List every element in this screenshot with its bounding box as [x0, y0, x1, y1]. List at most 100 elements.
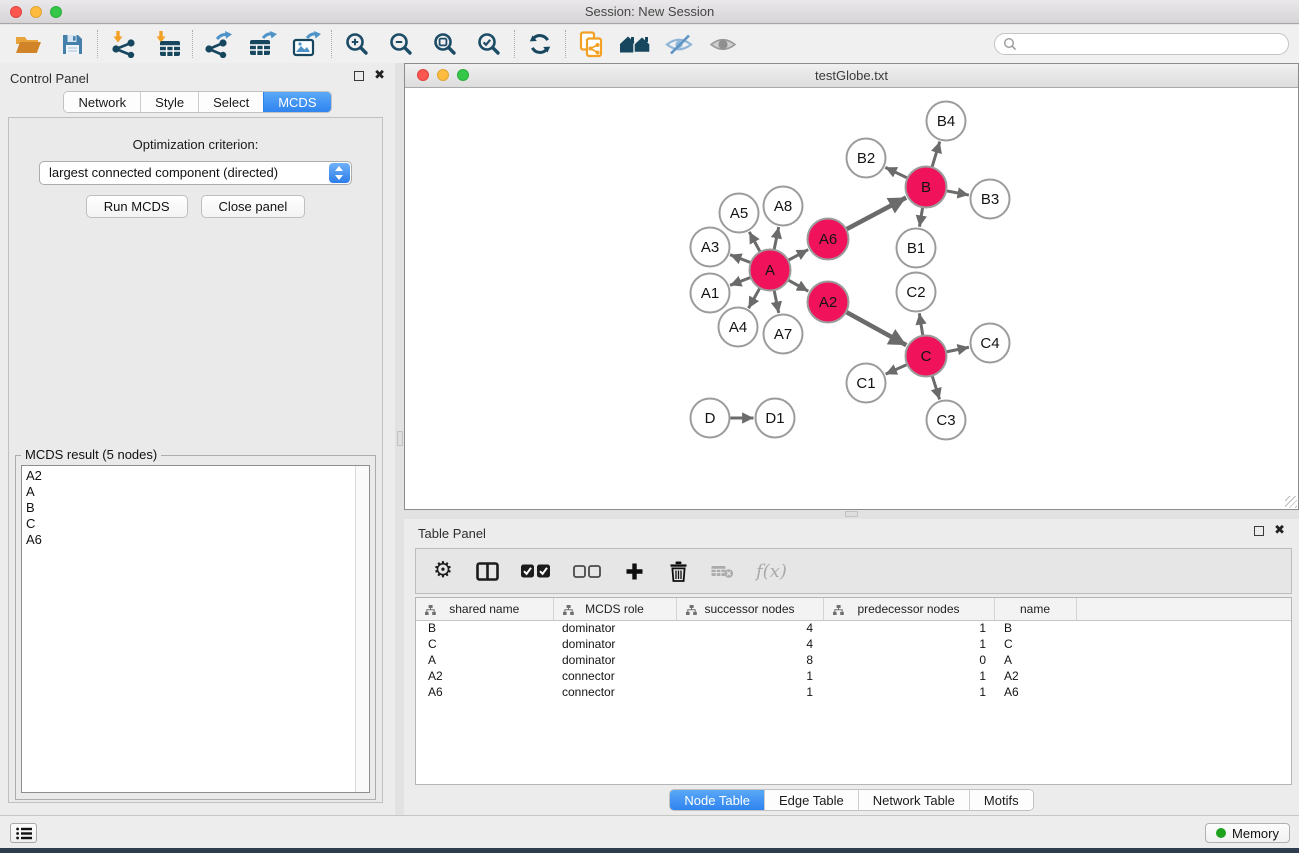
table-cell[interactable]: C	[416, 636, 553, 652]
copy-network-button[interactable]	[569, 27, 613, 61]
mcds-result-item[interactable]: B	[26, 500, 369, 516]
graph-node[interactable]: B	[906, 167, 947, 208]
show-graphics-details-button[interactable]	[701, 27, 745, 61]
graph-node[interactable]: C	[906, 336, 947, 377]
table-row[interactable]: A2connector11A2	[416, 668, 1292, 684]
graph-node[interactable]: A4	[719, 308, 758, 347]
import-table-button[interactable]	[145, 27, 189, 61]
column-header-successor-nodes[interactable]: successor nodes	[676, 598, 823, 620]
table-cell[interactable]: A6	[416, 684, 553, 700]
import-network-button[interactable]	[101, 27, 145, 61]
graph-node[interactable]: C1	[847, 364, 886, 403]
table-row[interactable]: Cdominator41C	[416, 636, 1292, 652]
export-network-button[interactable]	[196, 27, 240, 61]
mcds-result-item[interactable]: A6	[26, 532, 369, 548]
delete-table-button[interactable]	[711, 555, 734, 587]
optimization-criterion-dropdown[interactable]: largest connected component (directed)	[39, 161, 352, 185]
table-cell[interactable]: A2	[416, 668, 553, 684]
run-mcds-button[interactable]: Run MCDS	[86, 195, 188, 218]
hide-graphics-details-button[interactable]	[657, 27, 701, 61]
tab-edge-table[interactable]: Edge Table	[764, 790, 858, 810]
zoom-out-button[interactable]	[379, 27, 423, 61]
tab-node-table[interactable]: Node Table	[670, 790, 764, 810]
table-cell[interactable]: 4	[676, 636, 823, 652]
memory-button[interactable]: Memory	[1205, 823, 1290, 843]
mcds-result-item[interactable]: C	[26, 516, 369, 532]
table-cell[interactable]: dominator	[553, 620, 676, 636]
home-button[interactable]	[613, 27, 657, 61]
deselect-all-button[interactable]	[573, 555, 601, 587]
graph-node[interactable]: C4	[971, 324, 1010, 363]
show-panels-menu-button[interactable]	[10, 823, 37, 843]
export-image-button[interactable]	[284, 27, 328, 61]
minimize-network-button[interactable]	[437, 69, 449, 81]
table-cell[interactable]: 1	[676, 684, 823, 700]
graph-node[interactable]: A3	[691, 228, 730, 267]
save-session-button[interactable]	[50, 27, 94, 61]
graph-node[interactable]: B1	[897, 229, 936, 268]
table-cell[interactable]: C	[994, 636, 1076, 652]
float-panel-icon[interactable]	[354, 71, 364, 81]
network-canvas[interactable]: B4 B2 B B3 A5A8A6 B1 A3 A C2 A1 A2 A4A7 C4 C C1 C3 D D1	[405, 89, 1298, 509]
zoom-in-button[interactable]	[335, 27, 379, 61]
table-cell[interactable]: 4	[676, 620, 823, 636]
close-table-panel-icon[interactable]: ✖	[1274, 526, 1285, 536]
create-column-button[interactable]	[623, 555, 645, 587]
table-settings-button[interactable]: ⚙	[432, 555, 454, 587]
graph-node[interactable]: B4	[927, 102, 966, 141]
show-column-button[interactable]	[476, 555, 499, 587]
mcds-result-item[interactable]: A	[26, 484, 369, 500]
tab-network[interactable]: Network	[64, 92, 140, 112]
table-cell[interactable]: dominator	[553, 636, 676, 652]
column-header-shared-name[interactable]: shared name	[416, 598, 553, 620]
window-resize-grip[interactable]	[1285, 496, 1297, 508]
mcds-result-item[interactable]: A2	[26, 468, 369, 484]
graph-node[interactable]: A8	[764, 187, 803, 226]
graph-node[interactable]: A6	[808, 219, 849, 260]
list-scrollbar[interactable]	[355, 466, 369, 792]
horizontal-splitter-grip[interactable]	[845, 511, 858, 517]
graph-node[interactable]: A2	[808, 282, 849, 323]
graph-node[interactable]: D	[691, 399, 730, 438]
table-cell[interactable]: B	[994, 620, 1076, 636]
table-row[interactable]: Bdominator41B	[416, 620, 1292, 636]
graph-node[interactable]: A1	[691, 274, 730, 313]
zoom-network-button[interactable]	[457, 69, 469, 81]
graph-node[interactable]: B2	[847, 139, 886, 178]
graph-node[interactable]: A	[750, 250, 791, 291]
table-cell[interactable]: A	[994, 652, 1076, 668]
column-header-predecessor-nodes[interactable]: predecessor nodes	[823, 598, 994, 620]
table-cell[interactable]: dominator	[553, 652, 676, 668]
graph-node[interactable]: C3	[927, 401, 966, 440]
float-table-panel-icon[interactable]	[1254, 526, 1264, 536]
zoom-selected-button[interactable]	[467, 27, 511, 61]
table-row[interactable]: Adominator80A	[416, 652, 1292, 668]
graph-node[interactable]: D1	[756, 399, 795, 438]
table-cell[interactable]: 1	[676, 668, 823, 684]
close-window-button[interactable]	[10, 6, 22, 18]
table-cell[interactable]: A2	[994, 668, 1076, 684]
graph-node[interactable]: B3	[971, 180, 1010, 219]
close-panel-button[interactable]: Close panel	[201, 195, 306, 218]
table-cell[interactable]: 8	[676, 652, 823, 668]
vertical-splitter-grip[interactable]	[397, 431, 403, 446]
table-cell[interactable]: A	[416, 652, 553, 668]
apply-layout-button[interactable]	[518, 27, 562, 61]
graph-node[interactable]: C2	[897, 273, 936, 312]
tab-network-table[interactable]: Network Table	[858, 790, 969, 810]
table-cell[interactable]: 1	[823, 684, 994, 700]
table-cell[interactable]: 1	[823, 668, 994, 684]
table-cell[interactable]: connector	[553, 684, 676, 700]
tab-motifs[interactable]: Motifs	[969, 790, 1033, 810]
zoom-fit-button[interactable]	[423, 27, 467, 61]
close-network-button[interactable]	[417, 69, 429, 81]
table-cell[interactable]: A6	[994, 684, 1076, 700]
graph-node[interactable]: A7	[764, 315, 803, 354]
table-cell[interactable]: 0	[823, 652, 994, 668]
table-cell[interactable]: connector	[553, 668, 676, 684]
minimize-window-button[interactable]	[30, 6, 42, 18]
search-input[interactable]	[1017, 35, 1288, 53]
tab-style[interactable]: Style	[140, 92, 198, 112]
graph-node[interactable]: A5	[720, 194, 759, 233]
open-session-button[interactable]	[6, 27, 50, 61]
